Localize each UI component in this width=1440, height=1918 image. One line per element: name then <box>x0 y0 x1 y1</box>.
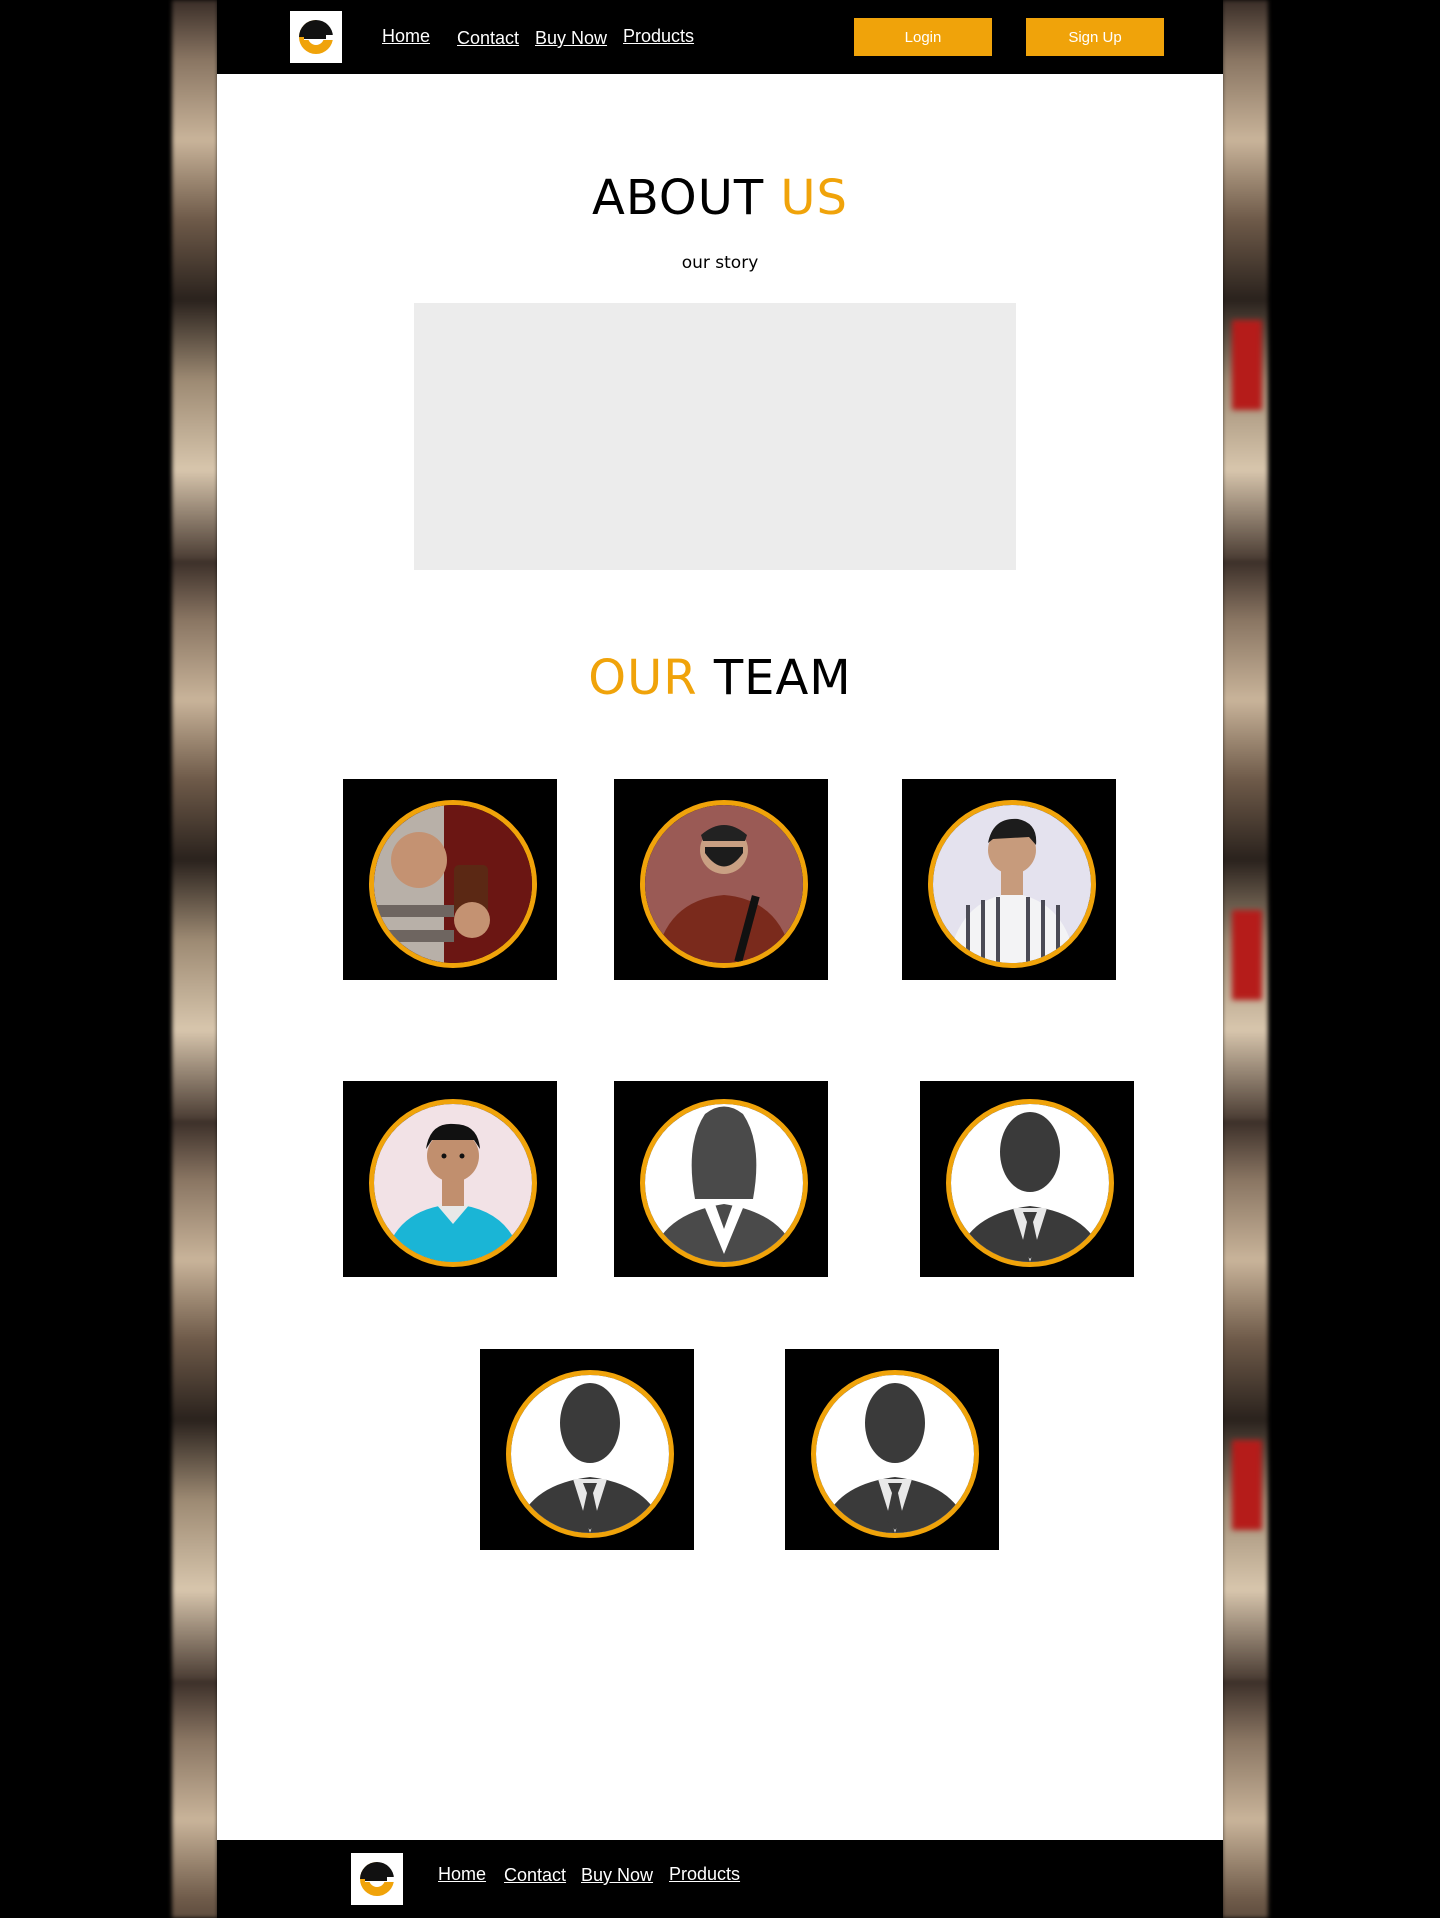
footer-contact-link[interactable]: Contact <box>504 1865 566 1886</box>
placeholder-male-silhouette-avatar <box>811 1370 979 1538</box>
team-title: OUR TEAM <box>217 650 1223 706</box>
team-title-main: TEAM <box>713 650 852 706</box>
team-member-card[interactable] <box>614 1081 828 1277</box>
page: Home Contact Buy Now Products Login Sign… <box>217 0 1223 1918</box>
footer: Home Contact Buy Now Products <box>217 1840 1223 1918</box>
team-member-card[interactable] <box>902 779 1116 980</box>
about-subtitle: our story <box>681 253 759 273</box>
team-member-card[interactable] <box>614 779 828 980</box>
top-navbar: Home Contact Buy Now Products Login Sign… <box>217 0 1223 74</box>
background-blur-red <box>1232 320 1262 410</box>
photo-person-drinking-avatar <box>369 800 537 968</box>
footer-products-link[interactable]: Products <box>669 1864 740 1885</box>
background-blur-red <box>1232 910 1262 1000</box>
background-blur-red <box>1232 1440 1262 1530</box>
team-member-card[interactable] <box>480 1349 694 1550</box>
team-member-card[interactable] <box>785 1349 999 1550</box>
nav-buy-now-link[interactable]: Buy Now <box>535 28 607 49</box>
nav-home-link[interactable]: Home <box>382 26 430 47</box>
footer-buy-now-link[interactable]: Buy Now <box>581 1865 653 1886</box>
nav-contact-link[interactable]: Contact <box>457 28 519 49</box>
team-member-card[interactable] <box>343 779 557 980</box>
placeholder-male-silhouette-avatar <box>946 1099 1114 1267</box>
about-title-accent: US <box>780 170 849 226</box>
footer-logo-icon[interactable] <box>351 1853 403 1905</box>
logo-icon[interactable] <box>290 11 342 63</box>
photo-person-mask-avatar <box>640 800 808 968</box>
team-member-card[interactable] <box>920 1081 1134 1277</box>
story-placeholder-box <box>414 303 1016 570</box>
photo-person-blue-shirt-avatar <box>369 1099 537 1267</box>
footer-home-link[interactable]: Home <box>438 1864 486 1885</box>
nav-products-link[interactable]: Products <box>623 26 694 47</box>
about-title: ABOUT US <box>217 170 1223 226</box>
about-title-main: ABOUT <box>591 170 765 226</box>
placeholder-female-silhouette-avatar <box>640 1099 808 1267</box>
signup-button[interactable]: Sign Up <box>1026 18 1164 56</box>
login-button[interactable]: Login <box>854 18 992 56</box>
background-blur-left <box>172 0 218 1918</box>
team-title-accent: OUR <box>588 650 698 706</box>
photo-person-striped-shirt-avatar <box>928 800 1096 968</box>
team-member-card[interactable] <box>343 1081 557 1277</box>
placeholder-male-silhouette-avatar <box>506 1370 674 1538</box>
